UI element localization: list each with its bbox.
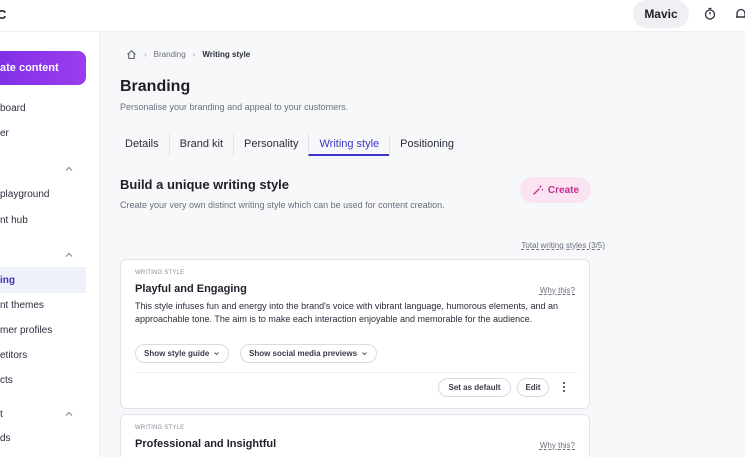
sidebar-item-content-themes[interactable]: nt themes (0, 292, 86, 318)
timer-icon[interactable] (703, 7, 717, 21)
sidebar-item-playground[interactable]: playground (0, 181, 86, 207)
writing-style-card: WRITING STYLE Playful and Engaging Why t… (120, 259, 590, 409)
breadcrumb-current: Writing style (202, 49, 251, 59)
top-bar: C Mavic (0, 0, 745, 32)
card-description: This style infuses fun and energy into t… (135, 301, 558, 324)
sidebar-item-content-hub[interactable]: nt hub (0, 207, 86, 233)
section-subtitle: Create your very own distinct writing st… (120, 200, 445, 210)
create-writing-style-button[interactable]: Create (520, 177, 591, 203)
why-this-link[interactable]: Why this? (540, 441, 575, 450)
tab-writing-style[interactable]: Writing style (308, 134, 390, 156)
chevron-up-icon[interactable] (64, 409, 74, 419)
bell-icon[interactable] (734, 7, 745, 21)
app-logo: C (0, 7, 7, 22)
more-options-icon[interactable] (559, 379, 569, 395)
show-style-guide-button[interactable]: Show style guide (135, 344, 230, 363)
home-icon[interactable] (126, 49, 137, 60)
chevron-right-icon: › (192, 49, 196, 59)
page-title: Branding (120, 78, 191, 95)
divider (135, 372, 577, 373)
magic-wand-icon (533, 185, 544, 195)
create-content-button[interactable]: ate content (0, 51, 86, 85)
sidebar: ate content board er playground nt hub i… (0, 32, 100, 457)
chevron-up-icon[interactable] (64, 250, 74, 260)
user-menu-button[interactable]: Mavic (633, 0, 689, 28)
card-title: Playful and Engaging (135, 283, 247, 295)
sidebar-item-dashboard[interactable]: board (0, 95, 86, 121)
page-subtitle: Personalise your branding and appeal to … (120, 102, 349, 112)
chevron-down-icon (362, 352, 367, 356)
breadcrumb: › Branding › Writing style (126, 48, 250, 60)
total-writing-styles-link[interactable]: Total writing styles (3/5) (521, 241, 605, 250)
set-as-default-button[interactable]: Set as default (438, 378, 511, 397)
edit-button[interactable]: Edit (517, 378, 549, 397)
card-eyebrow: WRITING STYLE (135, 270, 185, 276)
chip-label: Show social media previews (249, 349, 358, 358)
tab-personality[interactable]: Personality (233, 134, 308, 156)
chevron-up-icon[interactable] (64, 164, 74, 174)
show-social-previews-button[interactable]: Show social media previews (240, 344, 378, 363)
sidebar-item-products[interactable]: cts (0, 367, 86, 393)
tab-details[interactable]: Details (120, 134, 169, 156)
sidebar-item-planner[interactable]: er (0, 120, 86, 146)
sidebar-item-boards[interactable]: ds (0, 425, 86, 451)
sidebar-item-branding[interactable]: ing (0, 267, 86, 293)
tab-positioning[interactable]: Positioning (389, 134, 464, 156)
breadcrumb-item[interactable]: Branding (154, 50, 186, 59)
create-label: Create (547, 184, 580, 196)
card-eyebrow: WRITING STYLE (135, 425, 185, 431)
chip-label: Show style guide (144, 349, 210, 358)
card-title: Professional and Insightful (135, 438, 277, 450)
section-title: Build a unique writing style (120, 177, 290, 192)
tab-bar: Details Brand kit Personality Writing st… (120, 134, 464, 158)
sidebar-item-competitors[interactable]: etitors (0, 342, 86, 368)
chevron-right-icon: › (144, 49, 147, 59)
main-content: › Branding › Writing style Branding Pers… (101, 32, 745, 457)
sidebar-item-customer-profiles[interactable]: mer profiles (0, 317, 86, 343)
tab-brand-kit[interactable]: Brand kit (168, 134, 233, 156)
chevron-down-icon (214, 352, 220, 356)
why-this-link[interactable]: Why this? (540, 286, 575, 295)
writing-style-card: WRITING STYLE Professional and Insightfu… (120, 414, 590, 457)
